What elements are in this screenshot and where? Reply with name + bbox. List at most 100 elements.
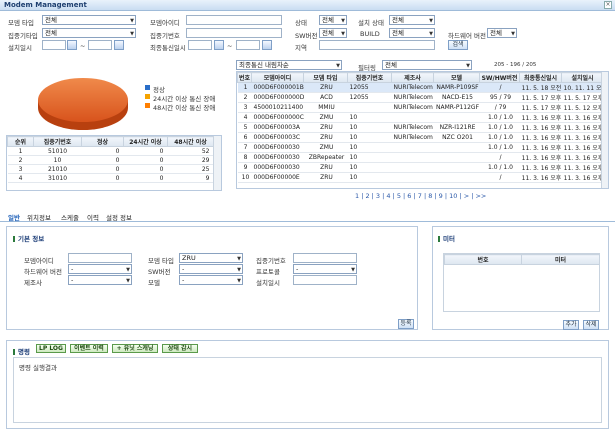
list-row[interactable]: 5 000D6F00003A ZRU 10 NURITelecom NZR-I121RE 1… [237,122,604,133]
modem-type-label: 모뎀 타입 [148,257,174,265]
list-col-header[interactable]: 집중기번호 [347,72,392,83]
list-col-header[interactable]: 최종통신일시 [519,72,562,83]
sw-ver-select[interactable]: - ▼ [179,264,243,274]
delete-meter-button[interactable]: 삭제 [583,320,599,330]
list-col-header[interactable]: 모델 [433,72,480,83]
filter-status-value: 전체 [322,16,334,24]
tab-history[interactable]: 이력 [87,212,99,222]
filter-hw-ver-label: 하드웨어 버전 [448,32,486,40]
status-monitor-button[interactable]: 상태 감시 [162,344,198,353]
list-cell: 11. 5. 17 오후 [519,92,562,103]
install-date-to-input[interactable] [88,40,112,50]
tab-general[interactable]: 일반 [8,212,20,222]
summary-row[interactable]: 1 51010 0 0 52 [7,146,214,156]
list-row[interactable]: 1 000D6F000001B ZRU 12055 NURITelecom NAMR-P1… [237,82,604,93]
list-row[interactable]: 8 000D6F000030 ZBRepeater 10/11. 3. 16 오후 11… [237,152,604,163]
dcu-no-input[interactable] [293,253,357,263]
list-cell: 11. 3. 16 오후 [561,112,604,123]
modem-id-input[interactable] [68,253,132,263]
summary-row[interactable]: 3 21010 0 0 25 [7,164,214,174]
list-row[interactable]: 9 000D6F000030 ZRU 10 1.0 / 1.0 11. 3. 16 오후 1… [237,162,604,173]
filter-modem-type-select[interactable]: 전체 ▼ [42,15,136,25]
list-col-header[interactable]: 설치일시 [561,72,604,83]
filter-build-select[interactable]: 전체 ▼ [389,28,435,38]
list-col-header[interactable]: 모뎀 타입 [303,72,348,83]
filter-dcu-no-input[interactable] [186,28,282,38]
list-cell: 000D6F000030 [251,142,304,153]
list-cell: 11. 3. 16 오후 [561,142,604,153]
list-col-header[interactable]: 모뎀아이디 [251,72,304,83]
close-icon[interactable]: × [604,1,612,9]
unit-scan-button[interactable]: + 유닛 스캐닝 [112,344,158,353]
list-cell: / 79 [479,102,520,113]
hw-ver-select[interactable]: - ▼ [68,264,132,274]
list-scrollbar[interactable] [601,72,608,188]
list-row[interactable]: 4 000D6F000000C ZMU 10 1.0 / 1.0 11. 3. 16 오후… [237,112,604,123]
filter-install-status-select[interactable]: 전체 ▼ [389,15,435,25]
add-meter-button[interactable]: 추가 [563,320,579,330]
search-button[interactable]: 검색 [448,40,468,50]
chevron-down-icon: ▼ [237,278,241,284]
lp-log-button[interactable]: LP LOG [36,344,66,353]
install-date-from-input[interactable] [42,40,66,50]
calendar-icon[interactable] [262,40,272,50]
list-cell: 6 [237,132,252,143]
tab-location[interactable]: 위치정보 [27,212,51,222]
summary-col-header[interactable]: 집중기번호 [33,136,82,147]
list-row[interactable]: 3 4500010211400 MMIU NURITelecom NAMR-P112GF… [237,102,604,113]
list-col-header[interactable]: 번호 [237,72,252,83]
tab-schedule[interactable]: 스케줄 [61,212,79,222]
summary-row[interactable]: 2 10 0 0 29 [7,155,214,165]
list-row[interactable]: 6 000D6F00003C ZRU 10 NURITelecom NZC O201 1.0… [237,132,604,143]
summary-cell: 21010 [33,164,82,174]
filter-modem-id-input[interactable] [186,15,282,25]
sort-select[interactable]: 최종통신 내림차순 ▼ [236,60,342,70]
list-row[interactable]: 7 000D6F000030 ZMU 10 1.0 / 1.0 11. 3. 16 오후 1… [237,142,604,153]
summary-cell: 1 [7,146,34,156]
summary-col-header[interactable]: 순위 [7,136,34,147]
list-cell: NACD-E15 [433,92,480,103]
tab-settings[interactable]: 설정 정보 [106,212,132,222]
summary-col-header[interactable]: 48시간 이상 [167,136,214,147]
modem-list-table: 번호 모뎀아이디 모뎀 타입 집중기번호 제조사 모델 SW/HW버전 최종통신일시 설치일시 … [237,72,604,183]
list-cell: 10 [347,112,392,123]
filter-region-input[interactable] [319,40,435,50]
list-cell: 10 [237,172,252,183]
list-cell: NZC O201 [433,132,480,143]
list-cell: 11. 3. 16 오후 [561,132,604,143]
filter-dcu-type-select[interactable]: 전체 ▼ [42,28,136,38]
list-cell: NZR-I121RE [433,122,480,133]
list-cell: 5 [237,122,252,133]
last-comm-from-input[interactable] [188,40,212,50]
model-select[interactable]: - ▼ [179,275,243,285]
register-button[interactable]: 등록 [398,319,414,329]
filter-status-select[interactable]: 전체 ▼ [319,15,347,25]
meter-col-meter[interactable]: 미터 [521,254,600,265]
event-history-button[interactable]: 이벤트 이력 [70,344,108,353]
summary-scrollbar[interactable] [213,136,221,190]
protocol-select[interactable]: - ▼ [293,264,357,274]
list-filter-select[interactable]: 전체 ▼ [382,60,472,70]
command-buttons: LP LOG 이벤트 이력 + 유닛 스캐닝 상태 감시 [36,344,206,354]
pager[interactable]: 1 | 2 | 3 | 4 | 5 | 6 | 7 | 8 | 9 | 10 |… [355,192,486,200]
list-row[interactable]: 2 000D6F000000D ACD 12055 NURITelecom NACD-E1… [237,92,604,103]
calendar-icon[interactable] [214,40,224,50]
list-row[interactable]: 10 000D6F00000E ZRU 10/11. 3. 16 오후 11. 3. 1… [237,172,604,183]
list-col-header[interactable]: SW/HW버전 [479,72,520,83]
calendar-icon[interactable] [67,40,77,50]
last-comm-to-input[interactable] [236,40,260,50]
list-cell: 11. 3. 16 오후 [519,112,562,123]
sw-ver-label: SW버전 [148,268,171,276]
summary-col-header[interactable]: 24시간 이상 [123,136,168,147]
summary-col-header[interactable]: 정상 [81,136,124,147]
filter-sw-ver-select[interactable]: 전체 ▼ [319,28,347,38]
list-col-header[interactable]: 제조사 [391,72,434,83]
command-result-area[interactable]: 명령 실행결과 [13,357,602,423]
maker-select[interactable]: - ▼ [68,275,132,285]
modem-type-select[interactable]: ZRU ▼ [179,253,243,263]
filter-hw-ver-select[interactable]: 전체 ▼ [487,28,517,38]
install-date-input[interactable] [293,275,357,285]
meter-col-no[interactable]: 번호 [444,254,522,265]
summary-row[interactable]: 4 31010 0 0 9 [7,173,214,183]
calendar-icon[interactable] [114,40,124,50]
